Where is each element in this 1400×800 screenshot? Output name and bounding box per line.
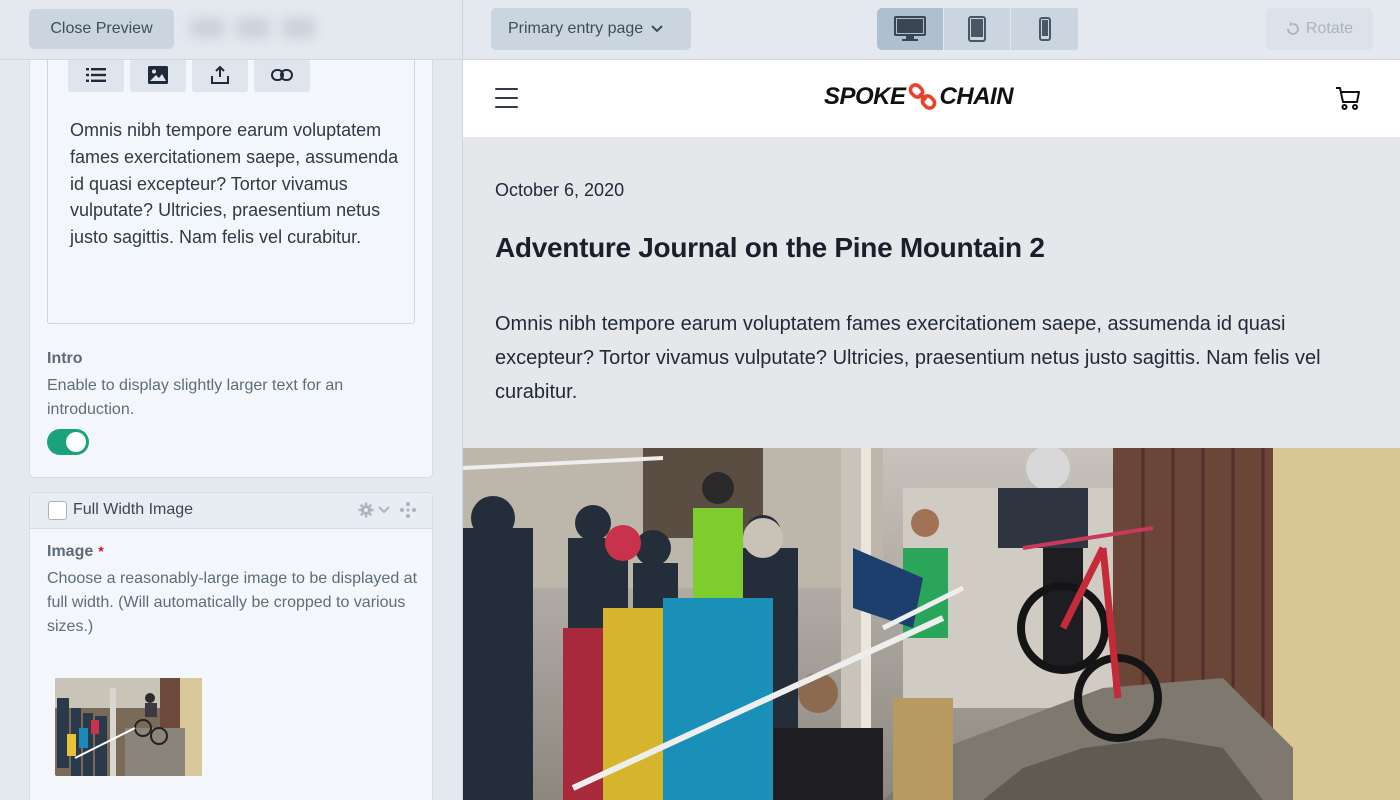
desktop-icon — [894, 16, 926, 41]
image-label-text: Image — [47, 543, 94, 560]
link-icon — [271, 69, 293, 81]
gear-icon[interactable] — [358, 502, 374, 518]
entry-page-select[interactable]: Primary entry page — [491, 8, 691, 50]
upload-icon — [211, 66, 229, 84]
image-field-help: Choose a reasonably-large image to be di… — [47, 570, 418, 635]
close-preview-button[interactable]: Close Preview — [29, 9, 174, 49]
tablet-button[interactable] — [944, 8, 1011, 50]
phone-button[interactable] — [1011, 8, 1078, 50]
rotate-label: Rotate — [1305, 20, 1354, 37]
list-button[interactable] — [68, 58, 124, 92]
editor-pane: Omnis nibh tempore earum voluptatem fame… — [0, 0, 463, 800]
tablet-icon — [968, 16, 986, 42]
chevron-down-icon[interactable] — [378, 506, 390, 514]
upload-button[interactable] — [192, 58, 248, 92]
entry-select-label: Primary entry page — [508, 20, 644, 37]
toggle-knob — [66, 432, 86, 452]
intro-help: Enable to display slightly larger text f… — [47, 377, 344, 418]
rotate-icon — [1287, 22, 1299, 35]
chain-link-icon — [908, 83, 936, 110]
article-title: Adventure Journal on the Pine Mountain 2 — [495, 232, 1045, 263]
image-thumbnail[interactable] — [55, 678, 202, 776]
block-select-checkbox[interactable] — [48, 501, 67, 520]
link-button[interactable] — [254, 58, 310, 92]
chevron-down-icon — [651, 25, 663, 33]
logo-text-spoke: SPOKE — [824, 83, 906, 110]
editor-topbar: Close Preview — [0, 0, 462, 60]
desktop-button[interactable] — [877, 8, 944, 50]
cart-icon[interactable] — [1334, 84, 1362, 112]
block-title: Full Width Image — [73, 501, 194, 518]
hamburger-menu-icon[interactable] — [495, 88, 518, 108]
image-icon — [148, 66, 168, 84]
hero-image — [463, 448, 1400, 800]
intro-toggle[interactable] — [47, 429, 89, 455]
block-actions — [358, 500, 416, 520]
image-field-label: Image * — [47, 543, 104, 561]
article-date: October 6, 2020 — [495, 180, 625, 200]
list-icon — [86, 68, 106, 82]
move-icon[interactable] — [400, 502, 416, 518]
site-logo[interactable]: SPOKE CHAIN — [824, 80, 1014, 114]
intro-label: Intro — [47, 350, 83, 367]
blurred-toolbar — [190, 18, 370, 42]
image-button[interactable] — [130, 58, 186, 92]
device-switcher — [877, 8, 1080, 50]
required-marker: * — [98, 543, 104, 559]
article-body: Omnis nibh tempore earum voluptatem fame… — [495, 313, 1321, 403]
rotate-button[interactable]: Rotate — [1266, 8, 1373, 50]
phone-icon — [1038, 17, 1051, 41]
rich-text-content[interactable]: Omnis nibh tempore earum voluptatem fame… — [70, 117, 400, 251]
logo-text-chain: CHAIN — [939, 83, 1014, 110]
